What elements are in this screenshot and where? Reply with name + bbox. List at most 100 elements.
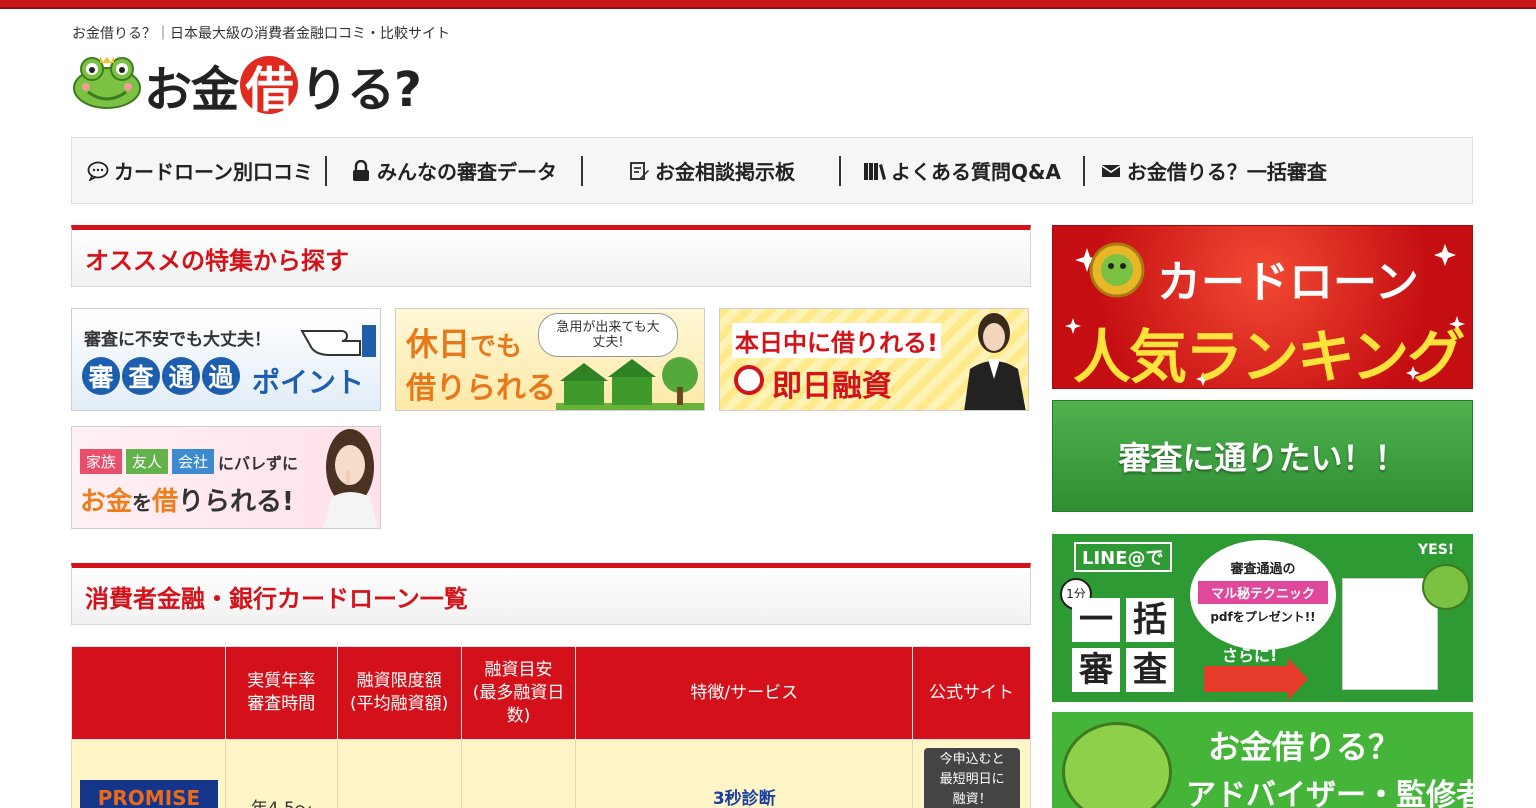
yes-label: YES!: [1418, 542, 1455, 558]
frog-glasses-icon: [1062, 722, 1172, 808]
global-nav: カードローン別口コミ みんなの審査データ お金相談掲示板 よくある質問Q&A お…: [71, 137, 1473, 204]
mail-icon: [1099, 159, 1123, 183]
bubble-line1: 審査通過の: [1230, 562, 1296, 577]
logo-circle-kanji: 借: [240, 56, 299, 118]
site-logo[interactable]: お金 借 りる?: [72, 46, 492, 118]
promise-logo[interactable]: PROMISE: [80, 780, 218, 808]
banner-big-text-2: 借りられる: [406, 371, 556, 406]
banner-tags: 家族 友人 会社 にバレずに: [80, 449, 298, 474]
table-header-cell: 融資限度額 (平均融資額): [336, 646, 462, 740]
bulk-char-grid: 一 括 審 査: [1072, 598, 1174, 692]
secret-tech-bubble: 審査通過の マル秘テクニック pdfをプレゼント!!: [1190, 540, 1336, 650]
bulk-char: 査: [1126, 648, 1174, 692]
nav-label: カードローン別口コミ: [114, 160, 313, 184]
nav-item-reviews[interactable]: カードローン別口コミ: [72, 156, 325, 186]
nav-item-review-data[interactable]: みんなの審査データ: [327, 156, 581, 186]
bubble-line3: pdfをプレゼント!!: [1210, 610, 1316, 624]
section-title: 消費者金融・銀行カードローン一覧: [85, 584, 468, 613]
logo-text-post: りる?: [300, 62, 422, 118]
bulk-char: 一: [1072, 598, 1120, 642]
banner-accent-money: お金: [80, 487, 133, 517]
banner-circled-chars: 審 査 通 過: [82, 357, 240, 395]
tag-friend: 友人: [126, 449, 169, 474]
banner-big-text: 休日でも: [406, 319, 522, 365]
nav-item-faq[interactable]: よくある質問Q&A: [841, 156, 1083, 186]
arrow-right-head: [1288, 658, 1308, 700]
section-heading-card-loans: 消費者金融・銀行カードローン一覧: [71, 563, 1031, 625]
limit-cell: [336, 739, 462, 808]
lock-icon: [349, 159, 373, 183]
sidebar-ranking-line2: 人気ランキング: [1073, 323, 1465, 389]
table-row: PROMISE 年4.5〜 3秒診断 今申込むと 最短明日に 融資！: [71, 739, 1031, 808]
edit-note-icon: [627, 159, 651, 183]
clock-icon: [734, 365, 764, 395]
advisors-line1: お金借りる？: [1208, 728, 1401, 766]
frog-logo-icon: [73, 56, 141, 109]
logo-text-pre: お金: [144, 62, 239, 118]
banner-secret-loan[interactable]: 家族 友人 会社 にバレずに お金を借りられる!: [71, 426, 381, 529]
sidebar-advisors-banner[interactable]: お金借りる？ アドバイザー・監修者一覧: [1052, 712, 1473, 808]
businesswoman-illustration: [964, 313, 1026, 410]
bulk-char: 審: [1072, 648, 1120, 692]
table-header-row: 実質年率 審査時間 融資限度額 (平均融資額) 融資目安 (最多融資日 数) 特…: [71, 646, 1031, 740]
nav-label: お金相談掲示板: [655, 160, 795, 184]
sidebar-pass-review-label: 審査に通りたい！！: [1118, 439, 1407, 477]
banner-subtitle: 即日融資: [772, 369, 892, 404]
feature-cell: 3秒診断: [575, 739, 914, 808]
feature-link[interactable]: 3秒診断: [576, 784, 912, 808]
banner-subtitle: ポイント: [252, 366, 365, 399]
lender-logo-cell: PROMISE: [71, 739, 226, 808]
banner-holiday-loan[interactable]: 休日でも 急用が出来ても大丈夫! 借りられる: [395, 308, 705, 411]
banner-rest: りられる!: [178, 487, 294, 517]
speech-bubble: 急用が出来ても大丈夫!: [538, 313, 678, 357]
banner-particle: を: [132, 491, 153, 515]
banner-caption: 審査に不安でも大丈夫！: [84, 330, 271, 350]
frog-mascot-icon: [1422, 564, 1470, 610]
sidebar-pass-review-button[interactable]: 審査に通りたい！！: [1052, 400, 1473, 512]
nav-label: お金借りる？一括審査: [1126, 160, 1327, 184]
houses-illustration-icon: [556, 357, 704, 410]
banner-same-day-loan[interactable]: 本日中に借りれる! 即日融資: [719, 308, 1029, 411]
rate-text: 年4.5〜: [226, 794, 337, 808]
card-loan-table: 実質年率 審査時間 融資限度額 (平均融資額) 融資目安 (最多融資日 数) 特…: [71, 646, 1031, 808]
banner-caption: 本日中に借りれる!: [732, 323, 941, 358]
circle-char: 審: [82, 357, 120, 395]
table-header-cell: [71, 646, 226, 740]
official-site-cell: 今申込むと 最短明日に 融資！: [912, 739, 1031, 808]
nav-item-bulk-review[interactable]: お金借りる？一括審査: [1085, 156, 1339, 186]
banner-tail-text: にバレずに: [218, 453, 299, 473]
advisors-line2: アドバイザー・監修者一覧: [1186, 778, 1473, 808]
banner-big-text: お金を借りられる!: [80, 481, 294, 518]
rate-cell: 年4.5〜: [224, 739, 338, 808]
banner-accent-borrow: 借: [152, 487, 179, 517]
woman-shush-illustration: [322, 429, 378, 528]
days-cell: [460, 739, 577, 808]
bubble-line2: マル秘テクニック: [1198, 581, 1328, 604]
section-title: オススメの特集から探す: [85, 246, 349, 275]
banner-accent-text-2: でも: [470, 332, 523, 362]
tag-company: 会社: [172, 449, 215, 474]
nav-label: みんなの審査データ: [377, 160, 557, 184]
chat-bubble-icon: [86, 159, 110, 183]
sidebar-ranking-line1: カードローン: [1157, 257, 1419, 308]
top-accent-bar: [0, 0, 1536, 9]
logo-wordmark: お金 借 りる?: [144, 50, 422, 120]
circle-char: 過: [202, 357, 240, 395]
line-badge: LINE@で: [1074, 542, 1172, 572]
section-heading-features: オススメの特集から探す: [71, 225, 1031, 287]
sidebar-ranking-banner[interactable]: カードローン 人気ランキング: [1052, 225, 1473, 389]
pointing-hand-icon: [300, 325, 376, 357]
banner-accent-text: 休日: [406, 325, 471, 363]
site-tagline: お金借りる？｜日本最大級の消費者金融口コミ・比較サイト: [72, 26, 450, 42]
circle-char: 通: [162, 357, 200, 395]
banner-review-pass-points[interactable]: 審査に不安でも大丈夫！ 審 査 通 過 ポイント: [71, 308, 381, 411]
table-header-cell: 公式サイト: [912, 646, 1031, 740]
table-header-cell: 融資目安 (最多融資日 数): [460, 646, 577, 740]
circle-char: 査: [122, 357, 160, 395]
nav-item-forum[interactable]: お金相談掲示板: [583, 156, 839, 186]
sidebar-line-bulk-banner[interactable]: LINE@で 1分 一 括 審 査 審査通過の マル秘テクニック pdfをプレゼ…: [1052, 534, 1473, 702]
bulk-char: 括: [1126, 598, 1174, 642]
books-icon: [863, 159, 887, 183]
apply-now-badge[interactable]: 今申込むと 最短明日に 融資！: [924, 748, 1021, 808]
tag-family: 家族: [80, 449, 123, 474]
